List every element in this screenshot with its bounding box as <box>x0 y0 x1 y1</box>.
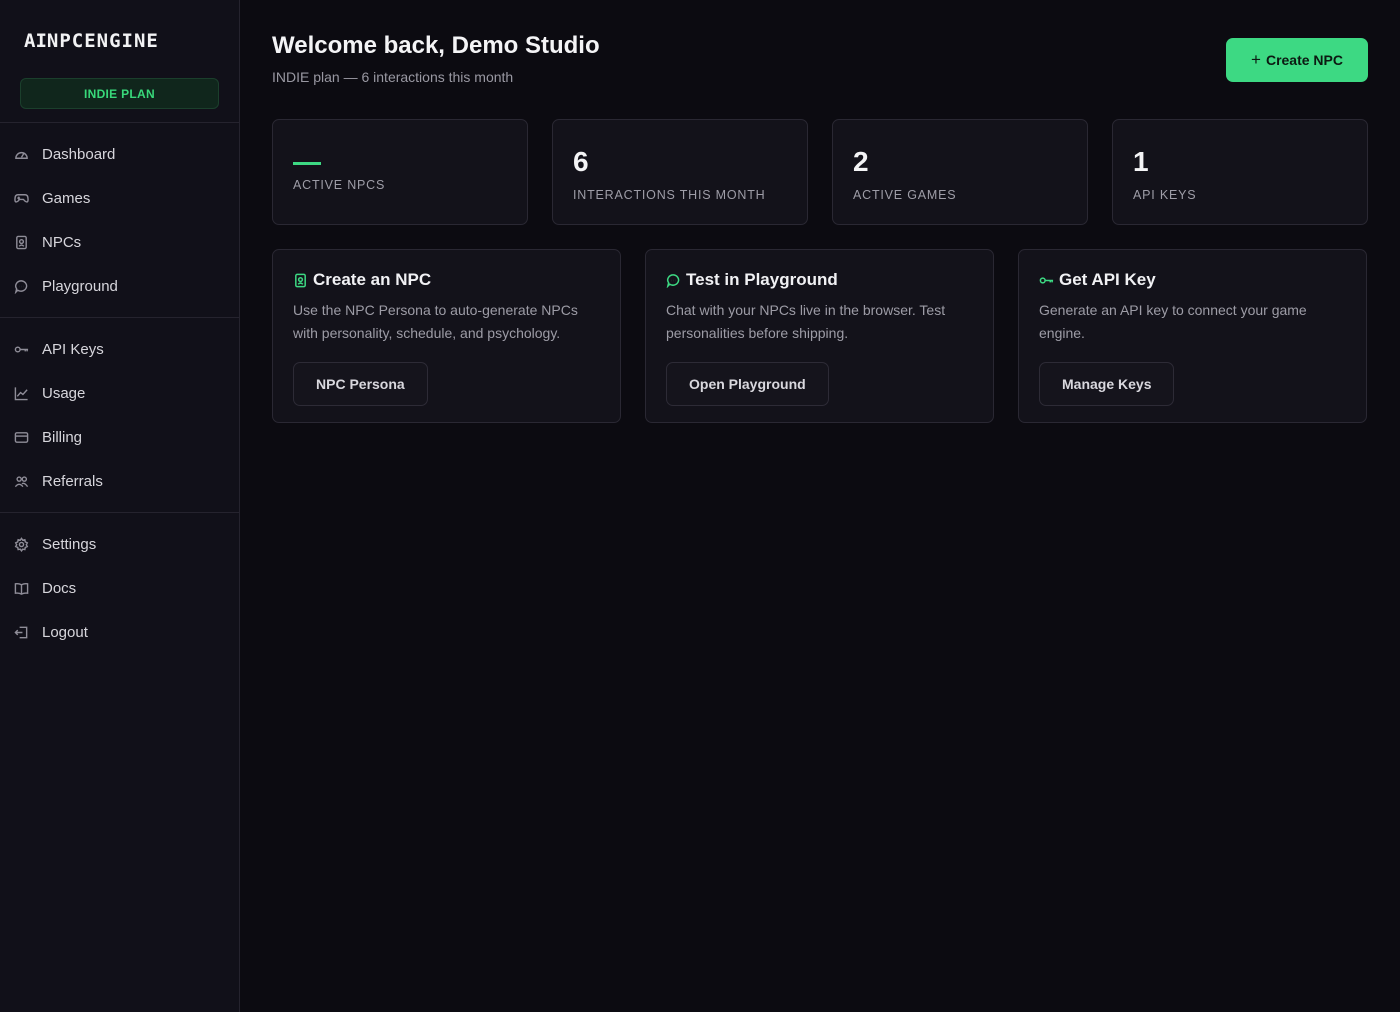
credit-card-icon <box>13 429 29 445</box>
logout-icon <box>13 624 29 640</box>
loading-dash <box>293 162 321 165</box>
card-test-playground: Test in Playground Chat with your NPCs l… <box>645 249 994 423</box>
sidebar-item-label: Billing <box>42 428 83 446</box>
sidebar-item-label: Docs <box>42 579 77 597</box>
nav-group-system: Settings Docs Logout <box>0 512 239 663</box>
stat-card-interactions: 6 INTERACTIONS THIS MONTH <box>552 119 808 225</box>
sidebar-item-playground[interactable]: Playground <box>0 264 239 308</box>
quick-start-cards: Create an NPC Use the NPC Persona to aut… <box>272 249 1368 423</box>
sidebar-item-referrals[interactable]: Referrals <box>0 459 239 503</box>
gear-icon <box>13 536 29 552</box>
card-create-npc: Create an NPC Use the NPC Persona to aut… <box>272 249 621 423</box>
plan-badge: INDIE PLAN <box>20 78 219 109</box>
npc-persona-button[interactable]: NPC Persona <box>293 362 428 406</box>
gamepad-icon <box>13 190 29 206</box>
book-icon <box>13 580 29 596</box>
logo-text: NPCENGINE <box>46 30 159 52</box>
chat-bubble-icon <box>13 278 29 294</box>
sidebar-item-label: Playground <box>42 277 118 295</box>
page-header: Welcome back, Demo Studio INDIE plan — 6… <box>272 32 1368 92</box>
sidebar-item-billing[interactable]: Billing <box>0 415 239 459</box>
main-content: Welcome back, Demo Studio INDIE plan — 6… <box>240 0 1400 1012</box>
line-chart-icon <box>13 385 29 401</box>
stat-label: INTERACTIONS THIS MONTH <box>573 188 766 202</box>
card-title: Test in Playground <box>666 270 973 290</box>
sidebar-item-games[interactable]: Games <box>0 176 239 220</box>
sidebar-item-label: Usage <box>42 384 86 402</box>
brand: AINPCENGINE <box>0 0 239 68</box>
card-title: Get API Key <box>1039 270 1346 290</box>
card-description: Generate an API key to connect your game… <box>1039 302 1307 341</box>
page-title: Welcome back, Demo Studio <box>272 32 600 59</box>
sidebar-item-label: Referrals <box>42 472 103 490</box>
sidebar-item-label: API Keys <box>42 340 104 358</box>
gauge-icon <box>13 146 29 162</box>
logo[interactable]: AINPCENGINE <box>24 30 239 52</box>
plus-icon: + <box>1251 50 1261 69</box>
sidebar-item-label: Logout <box>42 623 88 641</box>
manage-keys-button[interactable]: Manage Keys <box>1039 362 1175 406</box>
sidebar-item-api-keys[interactable]: API Keys <box>0 327 239 371</box>
id-badge-icon <box>13 234 29 250</box>
users-icon <box>13 473 29 489</box>
card-description: Chat with your NPCs live in the browser.… <box>666 302 946 341</box>
sidebar-item-label: Dashboard <box>42 145 116 163</box>
key-icon <box>1039 272 1055 288</box>
sidebar-item-label: NPCs <box>42 233 82 251</box>
logo-ai: AI <box>24 30 47 52</box>
sidebar-item-settings[interactable]: Settings <box>0 522 239 566</box>
card-title-text: Create an NPC <box>313 270 432 289</box>
chat-bubble-icon <box>666 272 682 288</box>
stat-value: 2 <box>853 146 869 177</box>
stat-card-active-npcs: ACTIVE NPCS <box>272 119 528 225</box>
stat-value: 1 <box>1133 146 1149 177</box>
sidebar-item-label: Games <box>42 189 91 207</box>
stat-label: ACTIVE GAMES <box>853 188 957 202</box>
create-npc-button[interactable]: + Create NPC <box>1226 38 1368 82</box>
card-title-text: Test in Playground <box>686 270 838 289</box>
create-npc-button-label: Create NPC <box>1265 52 1343 68</box>
sidebar: AINPCENGINE INDIE PLAN Dashboard Games N… <box>0 0 240 1012</box>
key-icon <box>13 341 29 357</box>
sidebar-item-logout[interactable]: Logout <box>0 610 239 654</box>
stat-label: ACTIVE NPCS <box>293 178 386 192</box>
sidebar-item-dashboard[interactable]: Dashboard <box>0 132 239 176</box>
stat-card-api-keys: 1 API KEYS <box>1112 119 1368 225</box>
stat-value: 6 <box>573 146 589 177</box>
card-title: Create an NPC <box>293 270 600 290</box>
nav-group-main: Dashboard Games NPCs Playground <box>0 122 239 317</box>
sidebar-item-npcs[interactable]: NPCs <box>0 220 239 264</box>
card-get-api-key: Get API Key Generate an API key to conne… <box>1018 249 1367 423</box>
open-playground-button[interactable]: Open Playground <box>666 362 829 406</box>
stat-label: API KEYS <box>1133 188 1197 202</box>
page-subtitle: INDIE plan — 6 interactions this month <box>272 69 514 85</box>
app: AINPCENGINE INDIE PLAN Dashboard Games N… <box>0 0 1400 1012</box>
sidebar-item-docs[interactable]: Docs <box>0 566 239 610</box>
nav-group-account: API Keys Usage Billing Referrals <box>0 317 239 512</box>
card-title-text: Get API Key <box>1059 270 1156 289</box>
stat-card-active-games: 2 ACTIVE GAMES <box>832 119 1088 225</box>
sidebar-item-usage[interactable]: Usage <box>0 371 239 415</box>
id-badge-icon <box>293 272 309 288</box>
sidebar-item-label: Settings <box>42 535 97 553</box>
card-description: Use the NPC Persona to auto-generate NPC… <box>293 302 578 341</box>
stats-row: ACTIVE NPCS 6 INTERACTIONS THIS MONTH 2 … <box>272 119 1368 225</box>
